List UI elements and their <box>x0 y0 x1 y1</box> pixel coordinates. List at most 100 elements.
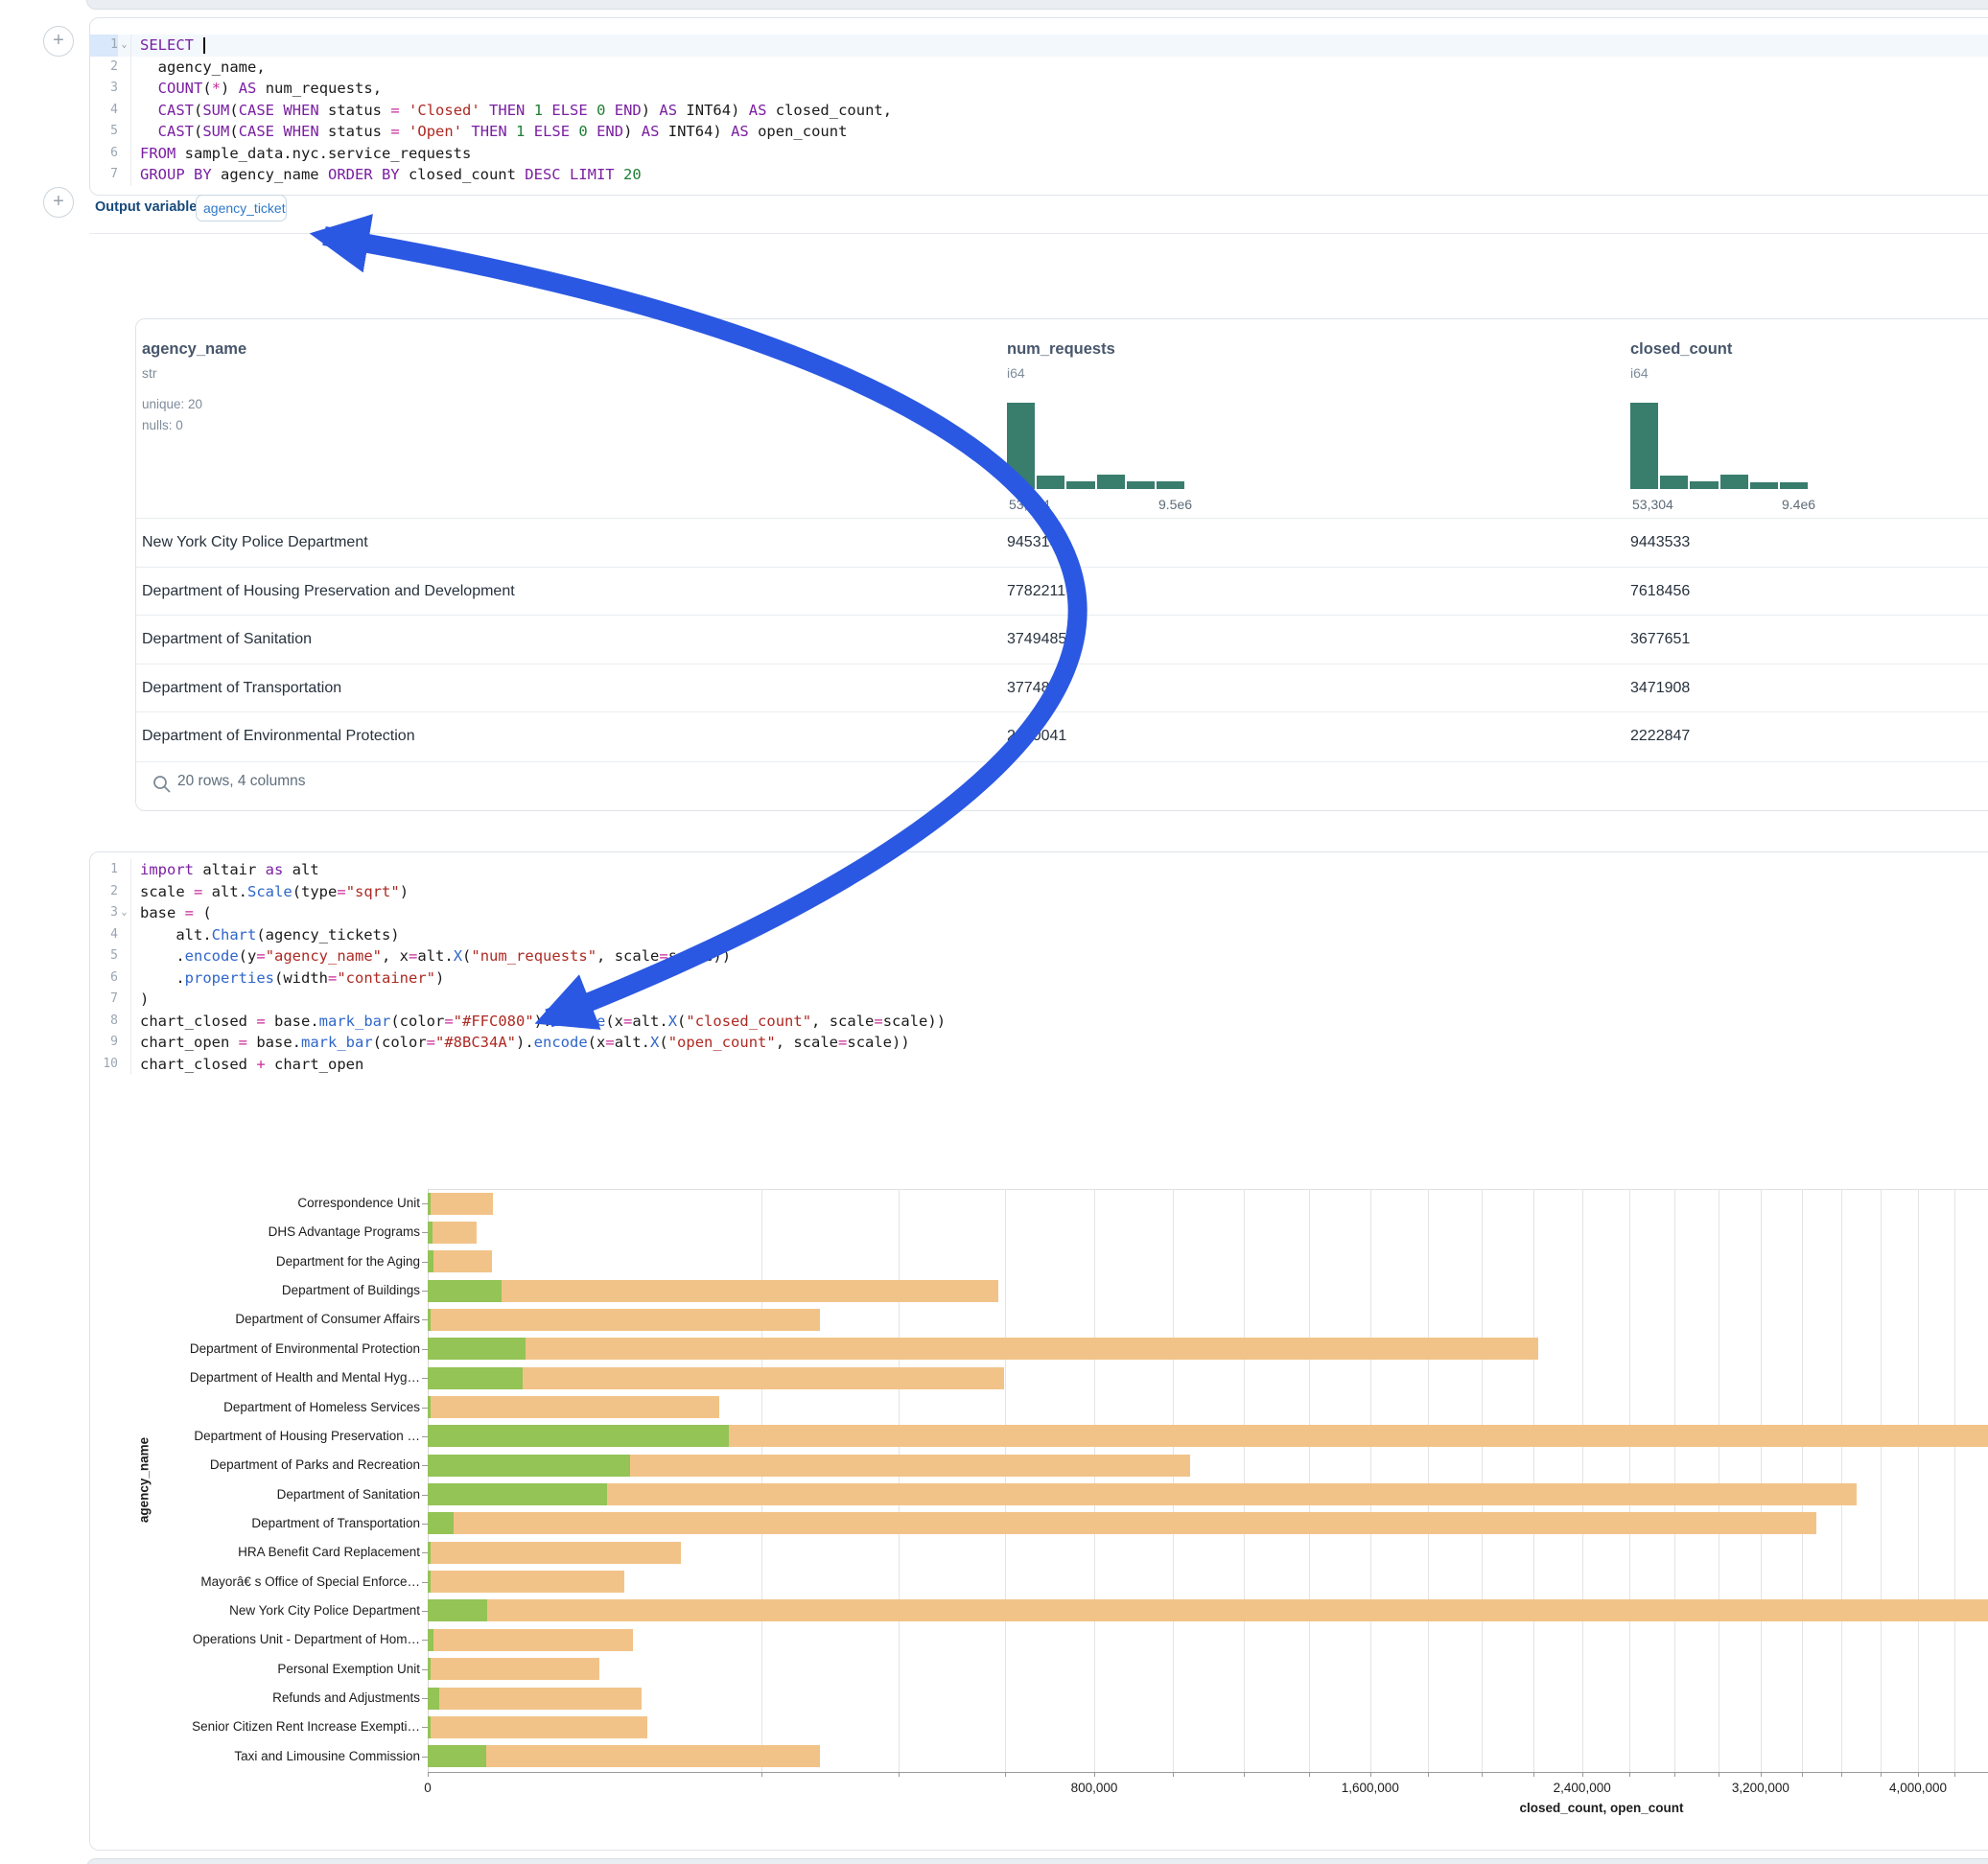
chart-bar-open <box>428 1455 630 1477</box>
chart-bar-open <box>428 1571 431 1593</box>
category-label: Department of Sanitation <box>0 1487 420 1503</box>
category-label: New York City Police Department <box>0 1603 420 1619</box>
category-label: DHS Advantage Programs <box>0 1224 420 1240</box>
chart-bar-closed <box>428 1571 624 1593</box>
category-label: Taxi and Limousine Commission <box>0 1749 420 1764</box>
gridline <box>1482 1189 1483 1772</box>
category-label: Department of Parks and Recreation <box>0 1457 420 1473</box>
gridline <box>1629 1189 1630 1772</box>
x-axis-tick <box>1881 1772 1882 1777</box>
gridline <box>1428 1189 1429 1772</box>
chart-bar-open <box>428 1512 454 1534</box>
chart-bar-closed <box>428 1338 1538 1360</box>
category-label: Department of Housing Preservation … <box>0 1429 420 1444</box>
altair-bar-chart: agency_name closed_count, open_count Cor… <box>0 0 1988 1864</box>
chart-bar-closed <box>428 1512 1816 1534</box>
x-axis-tick <box>1244 1772 1245 1777</box>
gridline <box>1094 1189 1095 1772</box>
gridline <box>1005 1189 1006 1772</box>
x-axis-tick <box>1629 1772 1630 1777</box>
chart-bar-closed <box>428 1658 599 1680</box>
chart-bar-closed <box>428 1193 493 1215</box>
gridline <box>1954 1189 1955 1772</box>
x-axis-tick <box>428 1772 429 1777</box>
x-axis-tick <box>1482 1772 1483 1777</box>
x-axis-tick <box>899 1772 900 1777</box>
x-axis-tick-label: 2,400,000 <box>1554 1781 1611 1795</box>
chart-bar-open <box>428 1745 486 1767</box>
chart-bar-open <box>428 1222 433 1244</box>
gridline <box>1802 1189 1803 1772</box>
category-label: Department of Transportation <box>0 1516 420 1531</box>
x-axis-tick <box>1954 1772 1955 1777</box>
gridline <box>1761 1189 1762 1772</box>
x-axis-tick <box>1370 1772 1371 1777</box>
chart-bar-open <box>428 1688 439 1710</box>
chart-bar-open <box>428 1250 433 1272</box>
y-axis-domain <box>428 1189 429 1772</box>
chart-bar-closed <box>428 1716 647 1738</box>
x-axis-tick <box>1841 1772 1842 1777</box>
category-label: Correspondence Unit <box>0 1196 420 1211</box>
plot-top-border <box>428 1189 1988 1190</box>
x-axis-tick <box>761 1772 762 1777</box>
x-axis-tick <box>1802 1772 1803 1777</box>
chart-bar-closed <box>428 1599 1988 1621</box>
chart-bar-closed <box>428 1688 642 1710</box>
x-axis-title: closed_count, open_count <box>1519 1801 1683 1815</box>
chart-bar-open <box>428 1542 431 1564</box>
x-axis-tick-label: 3,200,000 <box>1732 1781 1789 1795</box>
chart-bar-open <box>428 1483 607 1505</box>
x-axis-tick <box>1428 1772 1429 1777</box>
notebook-canvas: + + 1⌄SELECT 2 agency_name,3 COUNT(*) AS… <box>0 0 1988 1864</box>
x-axis-tick <box>1918 1772 1919 1777</box>
category-label: Department of Environmental Protection <box>0 1341 420 1357</box>
category-label: Department of Health and Mental Hyg… <box>0 1370 420 1386</box>
gridline <box>761 1189 762 1772</box>
x-axis-tick <box>1761 1772 1762 1777</box>
chart-bar-closed <box>428 1542 681 1564</box>
chart-bar-closed <box>428 1396 719 1418</box>
chart-bar-open <box>428 1658 431 1680</box>
x-axis-tick <box>1094 1772 1095 1777</box>
gridline <box>1244 1189 1245 1772</box>
x-axis-tick <box>1005 1772 1006 1777</box>
chart-bar-closed <box>428 1629 633 1651</box>
chart-bar-open <box>428 1280 502 1302</box>
x-axis-tick-label: 800,000 <box>1071 1781 1118 1795</box>
category-label: Department of Consumer Affairs <box>0 1312 420 1327</box>
chart-bar-closed <box>428 1745 820 1767</box>
category-label: Personal Exemption Unit <box>0 1662 420 1677</box>
gridline <box>1173 1189 1174 1772</box>
x-axis-tick-label: 4,000,000 <box>1889 1781 1947 1795</box>
chart-bar-open <box>428 1309 431 1331</box>
chart-bar-open <box>428 1599 487 1621</box>
chart-bar-closed <box>428 1250 492 1272</box>
chart-bar-closed <box>428 1309 820 1331</box>
chart-bar-open <box>428 1338 526 1360</box>
gridline <box>1674 1189 1675 1772</box>
gridline <box>899 1189 900 1772</box>
category-label: Operations Unit - Department of Hom… <box>0 1632 420 1647</box>
category-label: Senior Citizen Rent Increase Exempti… <box>0 1719 420 1735</box>
gridline <box>1533 1189 1534 1772</box>
x-axis-domain <box>428 1772 1988 1773</box>
chart-bar-open <box>428 1396 431 1418</box>
chart-bar-closed <box>428 1222 477 1244</box>
chart-bar-closed <box>428 1483 1857 1505</box>
category-label: Department of Homeless Services <box>0 1400 420 1415</box>
gridline <box>1582 1189 1583 1772</box>
x-axis-tick <box>1582 1772 1583 1777</box>
chart-bar-open <box>428 1716 431 1738</box>
gridline <box>1841 1189 1842 1772</box>
chart-bar-open <box>428 1193 431 1215</box>
category-label: Mayorâ€ s Office of Special Enforce… <box>0 1574 420 1590</box>
category-label: Department for the Aging <box>0 1254 420 1270</box>
x-axis-tick <box>1309 1772 1310 1777</box>
gridline <box>1370 1189 1371 1772</box>
gridline <box>1881 1189 1882 1772</box>
next-cell-edge <box>86 1858 1988 1864</box>
x-axis-tick-label: 0 <box>424 1781 432 1795</box>
x-axis-tick <box>1533 1772 1534 1777</box>
chart-bar-closed <box>428 1280 998 1302</box>
